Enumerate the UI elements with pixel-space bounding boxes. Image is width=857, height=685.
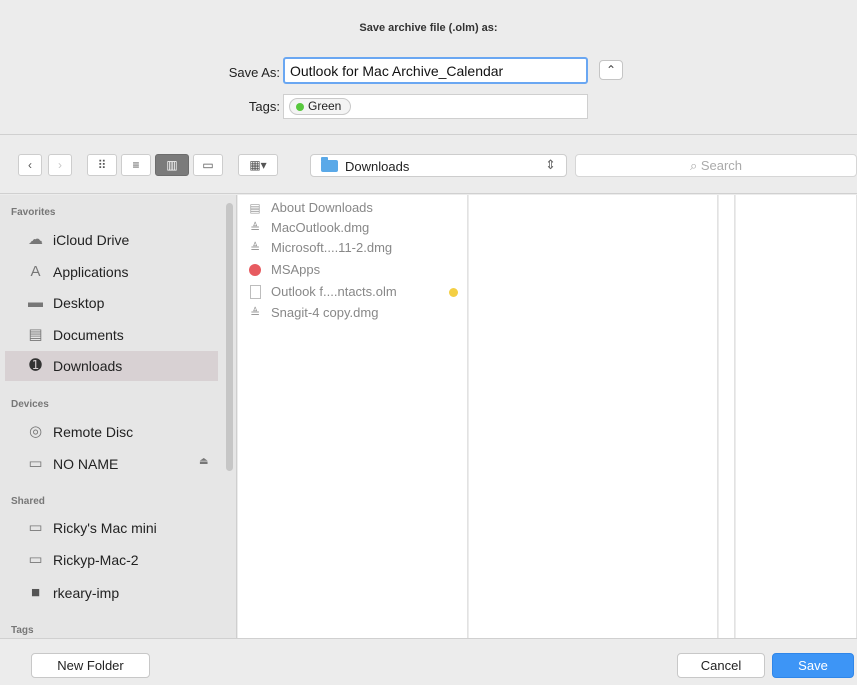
sidebar-item-label: Documents (53, 327, 124, 343)
cancel-button[interactable]: Cancel (677, 653, 765, 678)
sidebar-item-downloads[interactable]: ➊ Downloads (5, 351, 218, 381)
documents-icon: ▤ (28, 326, 43, 343)
sidebar-item-label: Ricky's Mac mini (53, 520, 157, 536)
cover-flow-icon: ▭ (202, 158, 214, 172)
arrange-menu-button[interactable]: ▦▾ (238, 154, 278, 176)
sidebar-item-label: rkeary-imp (53, 585, 120, 601)
sidebar-favorites-header: Favorites (11, 207, 56, 218)
network-computer-icon: ▭ (28, 551, 43, 568)
dialog-prompt: Save archive file (.olm) as: (359, 22, 498, 34)
tags-field[interactable]: Green (283, 94, 588, 119)
expand-dialog-button[interactable]: ⌃ (599, 60, 623, 80)
eject-icon[interactable]: ⏏ (199, 456, 208, 467)
sidebar-item-label: Applications (53, 264, 129, 280)
arrange-icon: ▦▾ (249, 158, 267, 172)
yellow-tag-dot-icon (449, 288, 458, 297)
sidebar-shared-header: Shared (11, 496, 45, 507)
location-label: Downloads (345, 159, 410, 174)
file-column: ▤ About Downloads ≜ MacOutlook.dmg ≜ Mic… (238, 195, 479, 638)
sidebar-item-remote-disc[interactable]: ◎ Remote Disc (5, 417, 218, 447)
sidebar: Favorites ☁ iCloud Drive A Applications … (0, 195, 237, 638)
downloads-icon: ➊ (29, 357, 42, 374)
disk-image-icon: ≜ (249, 306, 261, 320)
sidebar-item-label: NO NAME (53, 456, 119, 472)
sidebar-item-label: Remote Disc (53, 424, 134, 440)
network-computer-icon: ▭ (28, 519, 43, 536)
sidebar-item-label: Rickyp-Mac-2 (53, 552, 139, 568)
file-name: Snagit-4 copy.dmg (271, 305, 379, 320)
display-icon: ■ (30, 584, 41, 601)
dialog-footer: New Folder Cancel Save (0, 638, 857, 685)
back-button[interactable]: ‹ (18, 154, 42, 176)
sidebar-item-rkeary-imp[interactable]: ■ rkeary-imp (5, 578, 218, 608)
save-panel-header: Save archive file (.olm) as: Save As: Ou… (0, 0, 857, 135)
folder-icon (321, 157, 338, 172)
tag-chip-label: Green (308, 99, 342, 113)
updown-arrows-icon: ⇕ (545, 157, 556, 172)
columns-icon: ▥ (166, 158, 178, 172)
sidebar-item-rickys-mac-mini[interactable]: ▭ Ricky's Mac mini (5, 513, 218, 543)
document-icon: ▤ (249, 201, 261, 215)
save-button[interactable]: Save (772, 653, 854, 678)
sidebar-tags-header: Tags (11, 625, 34, 636)
file-name: Outlook f....ntacts.olm (271, 284, 397, 299)
sidebar-item-label: Desktop (53, 295, 105, 311)
file-name: MSApps (271, 262, 321, 277)
cover-flow-view-button[interactable]: ▭ (193, 154, 223, 176)
disk-image-icon: ≜ (249, 221, 261, 235)
icon-view-button[interactable]: ⠿ (87, 154, 117, 176)
tag-chip-green[interactable]: Green (289, 98, 352, 115)
sidebar-item-documents[interactable]: ▤ Documents (5, 320, 218, 350)
chevron-left-icon: ‹ (28, 158, 32, 172)
magnifier-icon: ⌕ (689, 158, 698, 173)
app-folder-icon (249, 264, 261, 276)
sidebar-item-label: Downloads (53, 358, 123, 374)
sidebar-item-rickyp-mac-2[interactable]: ▭ Rickyp-Mac-2 (5, 545, 218, 575)
sidebar-item-no-name[interactable]: ▭ NO NAME ⏏ (5, 449, 218, 479)
search-field[interactable]: ⌕ Search (575, 154, 857, 177)
sidebar-scrollbar[interactable] (226, 203, 233, 471)
empty-column-narrow (719, 195, 735, 638)
chevron-right-icon: › (58, 158, 62, 172)
cloud-icon: ☁ (28, 231, 43, 248)
disc-icon: ◎ (28, 423, 43, 440)
search-placeholder: Search (700, 158, 743, 173)
sidebar-item-icloud-drive[interactable]: ☁ iCloud Drive (5, 225, 218, 255)
new-folder-button[interactable]: New Folder (31, 653, 150, 678)
column-view-button[interactable]: ▥ (155, 154, 189, 176)
list-icon: ≡ (132, 158, 140, 172)
sidebar-item-desktop[interactable]: ▬ Desktop (5, 288, 218, 318)
applications-icon: A (30, 263, 41, 280)
sidebar-devices-header: Devices (11, 399, 49, 410)
file-name: Microsoft....11-2.dmg (271, 240, 393, 255)
save-as-field[interactable]: Outlook for Mac Archive_Calendar (283, 57, 588, 84)
green-tag-dot-icon (296, 102, 304, 111)
drive-icon: ▭ (28, 455, 43, 472)
grid-icon: ⠿ (97, 158, 107, 172)
empty-column-right (736, 195, 857, 638)
file-name: MacOutlook.dmg (271, 220, 370, 235)
disk-image-icon: ≜ (249, 241, 261, 255)
empty-column (469, 195, 718, 638)
sidebar-item-label: iCloud Drive (53, 232, 130, 248)
tags-label: Tags: (248, 99, 280, 114)
blank-document-icon (250, 285, 261, 299)
chevron-up-icon: ⌃ (605, 63, 617, 77)
forward-button[interactable]: › (48, 154, 72, 176)
desktop-icon: ▬ (28, 294, 43, 311)
save-as-label: Save As: (228, 65, 280, 80)
list-view-button[interactable]: ≡ (121, 154, 151, 176)
sidebar-item-applications[interactable]: A Applications (5, 257, 218, 287)
location-popup[interactable]: Downloads ⇕ (310, 154, 567, 177)
browser-toolbar: ‹ › ⠿ ≡ ▥ ▭ ▦▾ Downloads ⇕ ⌕ Search (0, 136, 857, 194)
file-name: About Downloads (271, 200, 373, 215)
